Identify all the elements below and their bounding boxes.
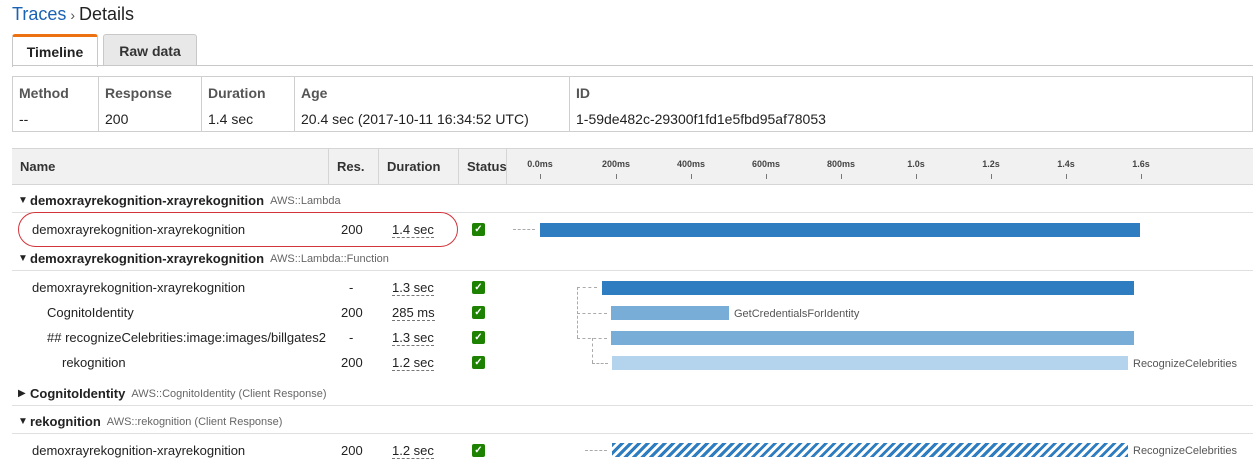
row-duration-link[interactable]: 285 ms <box>392 305 435 321</box>
collapse-triangle-icon[interactable]: ▼ <box>12 253 30 264</box>
id-value: 1-59de482c-29300f1fd1e5fbd95af78053 <box>576 111 826 127</box>
timeline-bar[interactable] <box>612 443 1128 457</box>
row-name: demoxrayrekognition-xrayrekognition <box>32 280 246 295</box>
summary-duration: Duration 1.4 sec <box>202 77 295 131</box>
tick-label: 200ms <box>601 159 631 169</box>
response-value: 200 <box>105 111 129 127</box>
tick-label: 800ms <box>826 159 856 169</box>
summary-age: Age 20.4 sec (2017-10-11 16:34:52 UTC) <box>295 77 570 131</box>
tab-divider <box>12 65 1253 66</box>
tick-mark <box>616 174 617 179</box>
tick-mark <box>841 174 842 179</box>
bar-label: RecognizeCelebrities <box>1133 358 1237 370</box>
segment-group-rekognition[interactable]: ▼ rekognition AWS::rekognition (Client R… <box>12 410 1253 434</box>
row-response: 200 <box>341 305 363 320</box>
summary-method: Method -- <box>13 77 99 131</box>
tick-label: 0.0ms <box>527 159 553 169</box>
id-label: ID <box>576 85 590 101</box>
summary-response: Response 200 <box>99 77 202 131</box>
connector-line <box>577 313 607 314</box>
timeline-bar[interactable] <box>540 223 1140 237</box>
summary-id: ID 1-59de482c-29300f1fd1e5fbd95af78053 <box>570 77 1252 131</box>
status-ok-icon: ✓ <box>472 223 485 236</box>
tick-label: 1.6s <box>1132 159 1150 169</box>
segment-group-cognito[interactable]: ▶ CognitoIdentity AWS::CognitoIdentity (… <box>12 382 1253 406</box>
timeline-bar[interactable] <box>611 331 1134 345</box>
tick-mark <box>1066 174 1067 179</box>
tick-mark <box>1141 174 1142 179</box>
age-label: Age <box>301 85 328 101</box>
tick-label: 600ms <box>751 159 781 169</box>
row-name: CognitoIdentity <box>47 305 134 320</box>
breadcrumb-traces-link[interactable]: Traces <box>12 4 66 24</box>
tick-label: 400ms <box>676 159 706 169</box>
group-name: demoxrayrekognition-xrayrekognition <box>30 193 265 208</box>
row-duration-link[interactable]: 1.3 sec <box>392 330 434 346</box>
duration-value: 1.4 sec <box>208 111 254 127</box>
timeline-bar[interactable] <box>612 356 1128 370</box>
group-type: AWS::Lambda <box>270 194 341 207</box>
group-type: AWS::rekognition (Client Response) <box>106 415 283 428</box>
collapse-triangle-icon[interactable]: ▼ <box>12 195 30 206</box>
tab-raw-data[interactable]: Raw data <box>103 34 197 66</box>
bar-label: RecognizeCelebrities <box>1133 445 1237 457</box>
tick-label: 1.2s <box>982 159 1000 169</box>
group-type: AWS::CognitoIdentity (Client Response) <box>131 387 327 400</box>
tick-mark <box>766 174 767 179</box>
row-response: - <box>349 330 354 345</box>
method-value: -- <box>19 111 29 127</box>
trace-summary: Method -- Response 200 Duration 1.4 sec … <box>12 76 1253 132</box>
collapse-triangle-icon[interactable]: ▼ <box>12 416 30 427</box>
tab-timeline[interactable]: Timeline <box>12 34 98 67</box>
tick-label: 1.0s <box>907 159 925 169</box>
page-title: Details <box>79 4 135 24</box>
connector-line <box>577 287 597 288</box>
row-name: rekognition <box>62 355 126 370</box>
timeline-bar[interactable] <box>611 306 729 320</box>
group-name: demoxrayrekognition-xrayrekognition <box>30 251 265 266</box>
timeline-header: Name Res. Duration Status 0.0ms 200ms 40… <box>12 148 1253 185</box>
connector-line <box>513 229 535 230</box>
duration-label: Duration <box>208 85 266 101</box>
connector-line <box>585 450 607 451</box>
row-duration-link[interactable]: 1.2 sec <box>392 355 434 371</box>
status-ok-icon: ✓ <box>472 281 485 294</box>
row-name: ## recognizeCelebrities:image:images/bil… <box>47 330 326 345</box>
status-ok-icon: ✓ <box>472 444 485 457</box>
status-ok-icon: ✓ <box>472 356 485 369</box>
row-duration-link[interactable]: 1.2 sec <box>392 443 434 459</box>
status-ok-icon: ✓ <box>472 331 485 344</box>
tick-mark <box>991 174 992 179</box>
expand-triangle-icon[interactable]: ▶ <box>12 388 30 399</box>
row-response: 200 <box>341 355 363 370</box>
row-duration-link[interactable]: 1.3 sec <box>392 280 434 296</box>
row-response: 200 <box>341 443 363 458</box>
col-duration-header[interactable]: Duration <box>379 149 459 184</box>
connector-line <box>592 363 608 364</box>
col-name-header[interactable]: Name <box>12 149 329 184</box>
segment-group-lambda-function[interactable]: ▼ demoxrayrekognition-xrayrekognition AW… <box>12 247 1253 271</box>
row-name: demoxrayrekognition-xrayrekognition <box>32 443 246 458</box>
breadcrumb: Traces › Details <box>12 4 134 25</box>
group-name: CognitoIdentity <box>30 386 126 401</box>
response-label: Response <box>105 85 172 101</box>
group-type: AWS::Lambda::Function <box>270 252 389 265</box>
tick-mark <box>916 174 917 179</box>
col-res-header[interactable]: Res. <box>329 149 379 184</box>
col-status-header[interactable]: Status <box>459 149 507 184</box>
row-response: - <box>349 280 354 295</box>
tick-label: 1.4s <box>1057 159 1075 169</box>
tick-mark <box>540 174 541 179</box>
age-value: 20.4 sec (2017-10-11 16:34:52 UTC) <box>301 111 529 127</box>
status-ok-icon: ✓ <box>472 306 485 319</box>
tick-mark <box>691 174 692 179</box>
connector-line <box>592 338 593 363</box>
timeline-bar[interactable] <box>602 281 1134 295</box>
breadcrumb-separator: › <box>70 7 76 23</box>
method-label: Method <box>19 85 69 101</box>
group-name: rekognition <box>30 414 101 429</box>
segment-group-lambda[interactable]: ▼ demoxrayrekognition-xrayrekognition AW… <box>12 189 1253 213</box>
bar-label: GetCredentialsForIdentity <box>734 308 860 320</box>
highlight-annotation <box>18 212 458 247</box>
